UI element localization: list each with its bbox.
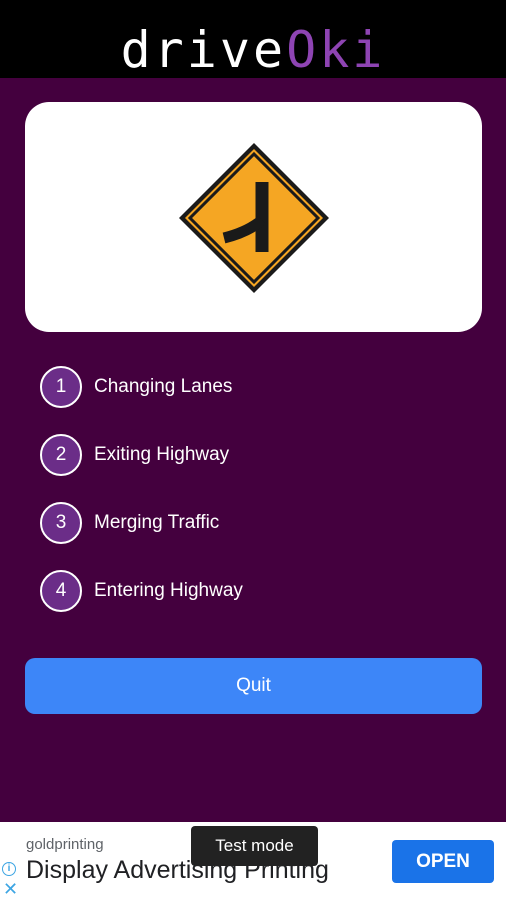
answer-option-1[interactable]: 1 Changing Lanes [40, 366, 340, 408]
quit-button[interactable]: Quit [25, 658, 482, 714]
ad-source: goldprinting [26, 836, 104, 853]
ad-close-icon[interactable]: ✕ [3, 880, 18, 898]
answer-label: Changing Lanes [94, 376, 233, 397]
ad-open-button[interactable]: OPEN [392, 840, 494, 883]
answer-number-badge: 1 [40, 366, 82, 408]
answer-number-badge: 2 [40, 434, 82, 476]
merging-traffic-sign-icon [179, 143, 329, 293]
logo-part-drive: drive [120, 21, 287, 79]
answer-number-badge: 4 [40, 570, 82, 612]
answer-option-4[interactable]: 4 Entering Highway [40, 570, 340, 612]
app-logo: driveOki [0, 20, 506, 80]
answer-option-2[interactable]: 2 Exiting Highway [40, 434, 340, 476]
ad-info-icon[interactable]: i [2, 862, 16, 876]
app-header: driveOki [0, 0, 506, 80]
answer-label: Merging Traffic [94, 512, 220, 533]
answer-number-badge: 3 [40, 502, 82, 544]
test-mode-badge: Test mode [191, 826, 318, 866]
answer-label: Exiting Highway [94, 444, 230, 465]
logo-part-oki: Oki [286, 21, 386, 79]
answer-option-3[interactable]: 3 Merging Traffic [40, 502, 340, 544]
question-sign-card [25, 102, 482, 332]
answer-label: Entering Highway [94, 580, 243, 601]
